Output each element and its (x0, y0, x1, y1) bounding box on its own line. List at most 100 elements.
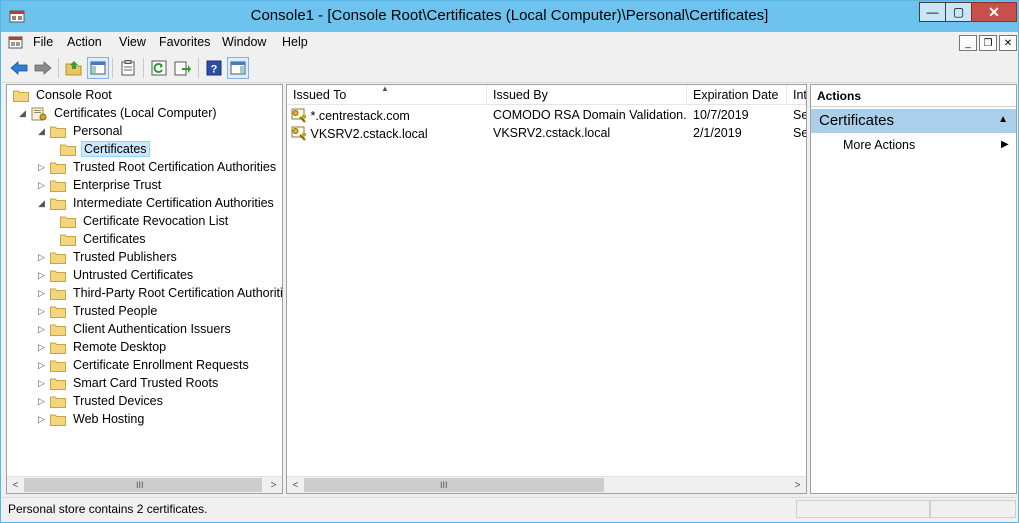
more-actions-label: More Actions (843, 138, 916, 152)
column-header-intended-purposes[interactable]: Int (787, 85, 806, 105)
toolbar-separator (58, 58, 59, 78)
tree-item[interactable]: ▷ Certificate Enrollment Requests (37, 356, 251, 374)
issued-to: VKSRV2.cstack.local (310, 127, 428, 141)
title-bar[interactable]: Console1 - [Console Root\Certificates (L… (1, 1, 1018, 32)
expand-arrow-icon[interactable]: ▷ (37, 360, 46, 370)
scroll-right-button[interactable]: > (789, 477, 806, 493)
scroll-thumb[interactable] (304, 478, 604, 492)
table-row[interactable]: *.centrestack.com (291, 106, 487, 124)
help-button[interactable]: ? (203, 57, 225, 79)
scroll-left-button[interactable]: < (7, 477, 24, 493)
menu-action[interactable]: Action (67, 35, 102, 49)
export-list-button[interactable] (172, 57, 194, 79)
mdi-restore-button[interactable]: ❐ (979, 35, 997, 51)
tree-label: Console Root (36, 88, 112, 102)
tree-item[interactable]: ▷ Smart Card Trusted Roots (37, 374, 220, 392)
tree-label: Untrusted Certificates (73, 268, 194, 282)
minimize-button[interactable]: — (919, 2, 946, 22)
folder-icon (50, 395, 66, 408)
mdi-close-button[interactable]: ✕ (999, 35, 1017, 51)
column-label: Issued To (293, 88, 347, 102)
tree-item[interactable]: ◢ Personal (37, 122, 124, 140)
up-one-level-button[interactable] (63, 57, 85, 79)
more-actions-item[interactable]: More Actions (843, 138, 915, 152)
column-header-expiration-date[interactable]: Expiration Date (687, 85, 787, 105)
show-hide-tree-icon (90, 61, 106, 75)
list-horizontal-scrollbar[interactable]: < III > (287, 476, 806, 493)
tree-item[interactable]: ▷ Untrusted Certificates (37, 266, 195, 284)
scroll-right-button[interactable]: > (265, 477, 282, 493)
menu-view[interactable]: View (119, 35, 146, 49)
expand-arrow-icon[interactable]: ▷ (37, 306, 46, 316)
mdi-minimize-button[interactable]: _ (959, 35, 977, 51)
up-folder-icon (65, 61, 82, 76)
expiration-date: 2/1/2019 (693, 126, 742, 140)
tree-item[interactable]: ▷ Client Authentication Issuers (37, 320, 233, 338)
expand-arrow-icon[interactable]: ▷ (37, 324, 46, 334)
tree-item[interactable]: ▷ Trusted Root Certification Authorities (37, 158, 278, 176)
refresh-button[interactable] (148, 57, 170, 79)
tree-item[interactable]: ▷ Remote Desktop (37, 338, 168, 356)
collapse-section-icon[interactable]: ▲ (998, 114, 1008, 125)
expand-arrow-icon[interactable]: ▷ (37, 414, 46, 424)
show-hide-console-tree-button[interactable] (87, 57, 109, 79)
expiration-date: 10/7/2019 (693, 108, 749, 122)
folder-icon (50, 197, 66, 210)
collapse-arrow-icon[interactable]: ◢ (37, 198, 46, 208)
tree-item-console-root[interactable]: Console Root (13, 86, 114, 104)
properties-button[interactable] (117, 57, 139, 79)
forward-button[interactable] (32, 57, 54, 79)
tree-item[interactable]: ▷ Trusted People (37, 302, 159, 320)
tree-item[interactable]: ▷ Trusted Devices (37, 392, 165, 410)
back-icon (10, 61, 28, 75)
tree-item[interactable]: ▷ Trusted Publishers (37, 248, 179, 266)
collapse-arrow-icon[interactable]: ◢ (18, 108, 27, 118)
back-button[interactable] (8, 57, 30, 79)
actions-section-certificates[interactable]: Certificates ▲ (811, 109, 1016, 133)
expand-arrow-icon[interactable]: ▷ (37, 252, 46, 262)
collapse-arrow-icon[interactable]: ◢ (37, 126, 46, 136)
tree-label: Remote Desktop (73, 340, 167, 354)
tree-item-certificates-local-computer[interactable]: ◢ Certificates (Local Computer) (18, 104, 219, 122)
tree-item[interactable]: Certificates (56, 230, 148, 248)
tree-item[interactable]: ◢ Intermediate Certification Authorities (37, 194, 276, 212)
tree-label: Personal (73, 124, 123, 138)
folder-icon (13, 89, 29, 102)
expand-arrow-icon[interactable]: ▷ (37, 396, 46, 406)
expand-arrow-icon[interactable]: ▷ (37, 342, 46, 352)
status-bar: Personal store contains 2 certificates. (2, 497, 1017, 519)
folder-icon (60, 215, 76, 228)
expand-arrow-icon[interactable]: ▷ (37, 288, 46, 298)
folder-icon (50, 377, 66, 390)
tree-item[interactable]: ▷ Third-Party Root Certification Authorit… (37, 284, 282, 302)
column-header-issued-to[interactable]: Issued To ▲ (287, 85, 487, 105)
maximize-button[interactable]: ▢ (945, 2, 972, 22)
tree-label: Certificate Enrollment Requests (73, 358, 249, 372)
close-button[interactable]: ✕ (971, 2, 1017, 22)
menu-favorites[interactable]: Favorites (159, 35, 210, 49)
scroll-left-button[interactable]: < (287, 477, 304, 493)
expand-arrow-icon[interactable]: ▷ (37, 270, 46, 280)
column-header-issued-by[interactable]: Issued By (487, 85, 687, 105)
tree-label: Trusted Publishers (73, 250, 177, 264)
menu-file[interactable]: File (33, 35, 53, 49)
expand-arrow-icon[interactable]: ▷ (37, 162, 46, 172)
mmc-window: Console1 - [Console Root\Certificates (L… (0, 0, 1019, 523)
folder-icon (50, 125, 66, 138)
expand-arrow-icon[interactable]: ▷ (37, 378, 46, 388)
table-row[interactable]: VKSRV2.cstack.local (291, 124, 487, 142)
tree-item[interactable]: Certificates (56, 140, 150, 158)
tree-item[interactable]: ▷ Web Hosting (37, 410, 146, 428)
tree-item[interactable]: Certificate Revocation List (56, 212, 230, 230)
folder-icon (50, 161, 66, 174)
expand-arrow-icon[interactable]: ▷ (37, 180, 46, 190)
console-icon[interactable] (8, 35, 23, 50)
show-hide-action-pane-button[interactable] (227, 57, 249, 79)
menu-window[interactable]: Window (222, 35, 266, 49)
menu-help[interactable]: Help (282, 35, 308, 49)
tree-label: Enterprise Trust (73, 178, 162, 192)
tree-horizontal-scrollbar[interactable]: < III > (7, 476, 282, 493)
status-panel (930, 500, 1016, 518)
tree-item[interactable]: ▷ Enterprise Trust (37, 176, 163, 194)
tree-label: Certificates (81, 141, 150, 157)
